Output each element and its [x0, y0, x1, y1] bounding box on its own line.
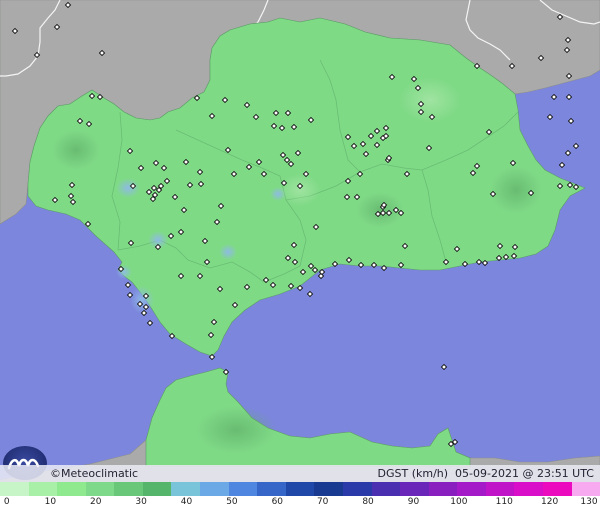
- legend-swatch: [228, 482, 258, 496]
- legend-swatch: [571, 482, 600, 496]
- legend-ticks: 0 10 20 30 40 50 60 70 80 90 100 110 120 130: [0, 497, 600, 515]
- legend-color-ramp: [0, 482, 600, 496]
- legend-swatch: [171, 482, 201, 496]
- legend-swatch: [200, 482, 229, 496]
- unit-label: (km/h): [411, 467, 449, 480]
- legend-swatch: [142, 482, 172, 496]
- legend-tick-label: 20: [90, 497, 102, 507]
- credit-bar: ©Meteoclimatic DGST (km/h) 05-09-2021 @ …: [0, 465, 600, 482]
- legend-tick-label: 120: [541, 497, 559, 507]
- legend-swatch: [371, 482, 401, 496]
- legend-swatch: [285, 482, 315, 496]
- legend-tick-label: 50: [226, 497, 238, 507]
- legend-swatch: [257, 482, 286, 496]
- legend-tick-label: 30: [135, 497, 147, 507]
- legend-tick-label: 100: [450, 497, 468, 507]
- legend-swatch: [485, 482, 515, 496]
- weather-map: [0, 0, 600, 517]
- legend-swatch: [0, 482, 29, 496]
- copyright-symbol: ©: [50, 467, 61, 480]
- legend-tick-label: 0: [3, 497, 10, 507]
- time-label: 23:51 UTC: [536, 467, 594, 480]
- legend-swatch: [28, 482, 58, 496]
- product-info: DGST (km/h) 05-09-2021 @ 23:51 UTC: [377, 467, 594, 480]
- credit-text: ©Meteoclimatic: [50, 467, 138, 480]
- legend-tick-label: 80: [362, 497, 374, 507]
- legend-swatch: [400, 482, 429, 496]
- legend-tick-label: 110: [495, 497, 513, 507]
- at-symbol: @: [522, 467, 534, 480]
- date-label: 05-09-2021: [455, 467, 519, 480]
- legend-tick-label: 90: [407, 497, 420, 507]
- legend-swatch: [314, 482, 343, 496]
- credit-brand: Meteoclimatic: [61, 467, 139, 480]
- legend-swatch: [57, 482, 86, 496]
- legend-swatch: [457, 482, 486, 496]
- legend-swatch: [542, 482, 572, 496]
- legend-tick-label: 10: [44, 497, 57, 507]
- legend-tick-label: 70: [316, 497, 329, 507]
- legend-tick-label: 130: [580, 497, 598, 507]
- legend-swatch: [114, 482, 143, 496]
- legend-swatch: [428, 482, 458, 496]
- legend-swatch: [514, 482, 543, 496]
- variable-label: DGST: [377, 467, 409, 480]
- legend-tick-label: 60: [271, 497, 284, 507]
- legend-tick-label: 40: [180, 497, 193, 507]
- legend-swatch: [342, 482, 372, 496]
- color-legend: 0 10 20 30 40 50 60 70 80 90 100 110 120 130: [0, 482, 600, 517]
- legend-swatch: [85, 482, 115, 496]
